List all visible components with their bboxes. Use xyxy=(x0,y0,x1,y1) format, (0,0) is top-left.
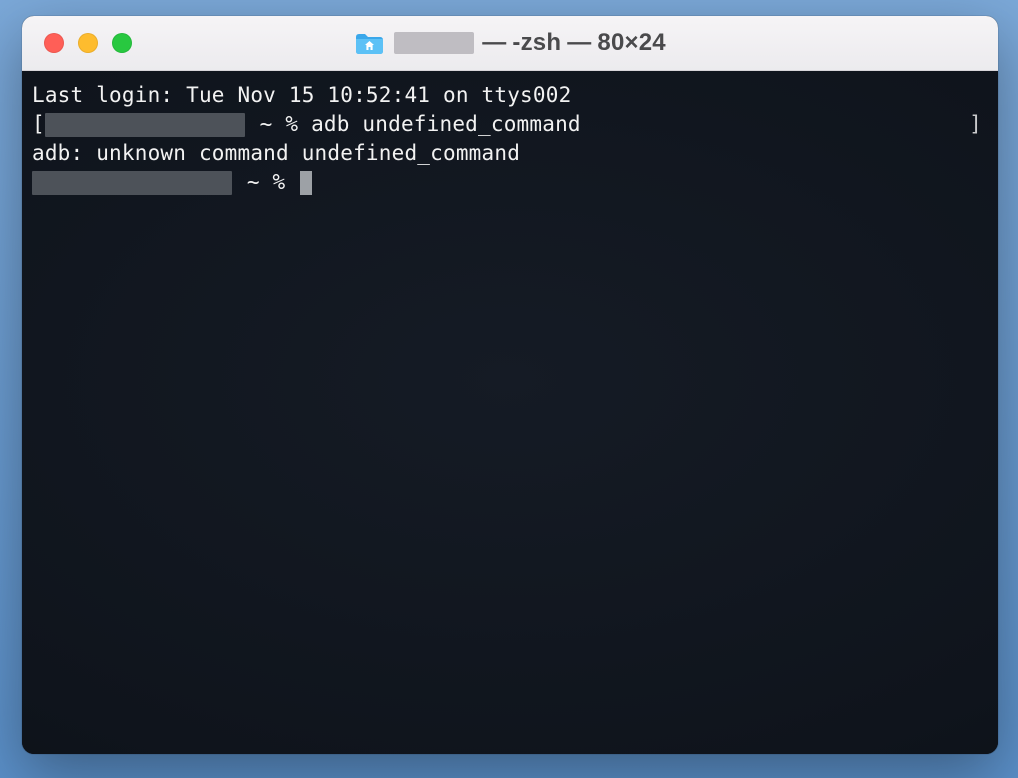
window-title: — -zsh — 80×24 xyxy=(22,29,998,57)
folder-home-icon xyxy=(354,31,384,55)
terminal-line-last-login: Last login: Tue Nov 15 10:52:41 on ttys0… xyxy=(32,81,988,110)
prompt-user-host-redacted xyxy=(45,113,245,137)
terminal-window: — -zsh — 80×24 Last login: Tue Nov 15 10… xyxy=(22,16,998,754)
terminal-line-prompt-1: [ ~ % adb undefined_command ] xyxy=(32,110,988,139)
minimize-button[interactable] xyxy=(78,33,98,53)
line-end-bracket: ] xyxy=(969,110,988,139)
terminal-body[interactable]: Last login: Tue Nov 15 10:52:41 on ttys0… xyxy=(22,71,998,754)
prompt-user-host-redacted xyxy=(32,171,232,195)
close-button[interactable] xyxy=(44,33,64,53)
prompt-tail: ~ % xyxy=(234,168,298,197)
cursor-icon xyxy=(300,171,312,195)
title-sep-1: — xyxy=(482,29,506,57)
title-redacted xyxy=(394,32,474,54)
traffic-lights xyxy=(22,33,132,53)
title-size: 80×24 xyxy=(597,29,665,57)
terminal-line-prompt-2: ~ % xyxy=(32,168,988,197)
title-shell: -zsh xyxy=(512,29,561,57)
command-text: adb undefined_command xyxy=(311,110,581,139)
titlebar[interactable]: — -zsh — 80×24 xyxy=(22,16,998,71)
output-text: adb: unknown command undefined_command xyxy=(32,139,520,168)
prompt-tail: ~ % xyxy=(247,110,311,139)
last-login-text: Last login: Tue Nov 15 10:52:41 on ttys0… xyxy=(32,81,571,110)
title-sep-2: — xyxy=(567,29,591,57)
terminal-line-output: adb: unknown command undefined_command xyxy=(32,139,988,168)
zoom-button[interactable] xyxy=(112,33,132,53)
prompt-open-bracket: [ xyxy=(32,110,45,139)
